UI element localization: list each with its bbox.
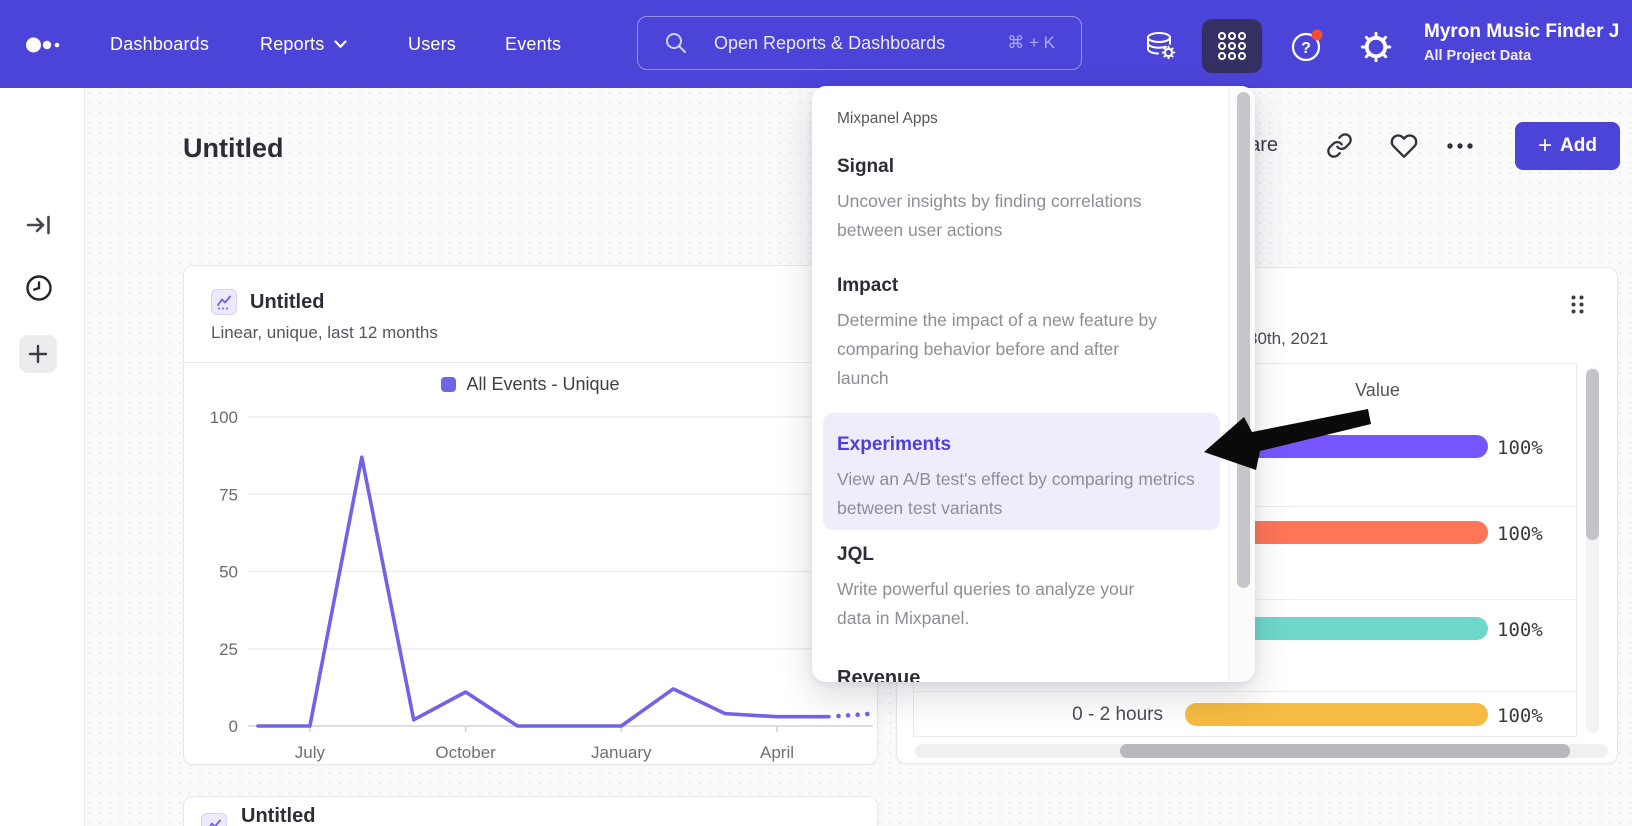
svg-text:April: April [760, 743, 794, 762]
table-row-divider [914, 691, 1576, 692]
app-item-description: Uncover insights by finding correlations… [837, 187, 1202, 245]
apps-menu-scrollbar[interactable] [1237, 92, 1250, 588]
nav-item-users[interactable]: Users [408, 0, 456, 88]
apps-menu-item-revenue[interactable]: Revenue [837, 666, 1219, 682]
line-chart-plot[interactable]: 0 25 50 75 100 July October January April [184, 266, 879, 766]
help-button[interactable]: ? [1287, 26, 1327, 66]
table-horizontal-scrollbar[interactable] [1120, 744, 1570, 758]
nav-item-reports[interactable]: Reports [260, 0, 347, 88]
bar-row-label: 0 - 2 hours [900, 704, 1163, 726]
apps-menu-item-impact[interactable]: Impact Determine the impact of a new fea… [837, 274, 1219, 393]
svg-text:January: January [591, 743, 652, 762]
add-button[interactable]: + Add [1515, 122, 1620, 170]
search-placeholder: Open Reports & Dashboards [714, 33, 945, 54]
global-search-input[interactable]: Open Reports & Dashboards ⌘ + K [637, 16, 1082, 70]
svg-text:October: October [435, 743, 496, 762]
app-item-description: Write powerful queries to analyze your d… [837, 575, 1167, 633]
mixpanel-dashboard-screen: Dashboards Reports Users Events Open Rep… [0, 0, 1632, 826]
left-sidebar [0, 88, 85, 826]
user-name: Myron Music Finder J [1424, 19, 1619, 45]
top-navbar: Dashboards Reports Users Events Open Rep… [0, 0, 1632, 88]
apps-menu-header: Mixpanel Apps [837, 110, 938, 128]
apps-menu-item-signal[interactable]: Signal Uncover insights by finding corre… [837, 155, 1219, 245]
bottom-chart-card: Untitled [183, 796, 878, 826]
nav-label: Reports [260, 34, 324, 55]
apps-menu-item-jql[interactable]: JQL Write powerful queries to analyze yo… [837, 543, 1219, 633]
app-item-title: Impact [837, 274, 1219, 298]
app-item-title: Experiments [837, 433, 1220, 457]
bar-value-label: 100% [1497, 437, 1543, 459]
expand-sidebar-button[interactable] [23, 209, 55, 241]
app-item-title: JQL [837, 543, 1219, 567]
app-item-description: View an A/B test's effect by comparing m… [837, 465, 1207, 523]
svg-text:100: 100 [210, 408, 238, 427]
nav-item-events[interactable]: Events [505, 0, 561, 88]
project-name: All Project Data [1424, 45, 1619, 67]
ellipsis-icon [1446, 142, 1474, 150]
nav-label: Users [408, 34, 456, 55]
svg-text:0: 0 [229, 717, 238, 736]
database-gear-icon [1142, 28, 1178, 64]
line-chart-card: Untitled Linear, unique, last 12 months … [183, 265, 878, 765]
more-options-button[interactable] [1446, 142, 1474, 150]
svg-text:July: July [295, 743, 326, 762]
svg-text:50: 50 [219, 563, 238, 582]
heart-icon [1390, 133, 1418, 159]
app-item-title: Revenue [837, 666, 1219, 682]
copy-link-button[interactable] [1326, 132, 1353, 159]
app-item-description: Determine the impact of a new feature by… [837, 306, 1167, 393]
bar-value-label: 100% [1497, 523, 1543, 545]
search-shortcut: ⌘ + K [1007, 33, 1055, 53]
drag-handle-icon[interactable] [1570, 294, 1585, 315]
plus-icon [27, 343, 49, 365]
apps-menu-item-experiments[interactable]: Experiments View an A/B test's effect by… [823, 413, 1220, 530]
add-new-button[interactable] [19, 335, 57, 373]
clock-icon [24, 273, 54, 303]
bar-value-label: 100% [1497, 619, 1543, 641]
gear-icon [1358, 29, 1394, 65]
nav-label: Dashboards [110, 34, 209, 55]
svg-text:?: ? [1301, 40, 1311, 57]
favorite-button[interactable] [1390, 133, 1418, 159]
mixpanel-apps-menu: Mixpanel Apps Signal Uncover insights by… [812, 86, 1255, 682]
apps-grid-icon [1215, 29, 1249, 63]
data-management-button[interactable] [1140, 26, 1180, 66]
user-project-switcher[interactable]: Myron Music Finder J All Project Data [1424, 19, 1619, 67]
table-card-subtitle: 30th, 2021 [1248, 329, 1328, 349]
bar-value-label: 100% [1497, 705, 1543, 727]
apps-menu-button[interactable] [1202, 19, 1262, 73]
recent-history-button[interactable] [23, 272, 55, 304]
plus-icon: + [1538, 136, 1552, 156]
nav-item-dashboards[interactable]: Dashboards [110, 0, 209, 88]
line-chart-type-icon [201, 813, 227, 826]
arrow-to-bar-icon [25, 211, 53, 239]
search-icon [664, 31, 688, 55]
svg-text:75: 75 [219, 485, 238, 504]
nav-label: Events [505, 34, 561, 55]
settings-button[interactable] [1356, 27, 1396, 67]
value-bar[interactable] [1185, 703, 1488, 726]
page-title: Untitled [183, 133, 284, 164]
link-icon [1326, 132, 1353, 159]
mixpanel-logo-icon[interactable] [26, 36, 62, 54]
chevron-down-icon [334, 40, 347, 49]
svg-text:25: 25 [219, 640, 238, 659]
table-vertical-scrollbar[interactable] [1586, 369, 1599, 540]
card-title[interactable]: Untitled [241, 805, 315, 826]
add-button-label: Add [1560, 135, 1597, 157]
app-item-title: Signal [837, 155, 1219, 179]
help-question-icon: ? [1287, 26, 1327, 66]
